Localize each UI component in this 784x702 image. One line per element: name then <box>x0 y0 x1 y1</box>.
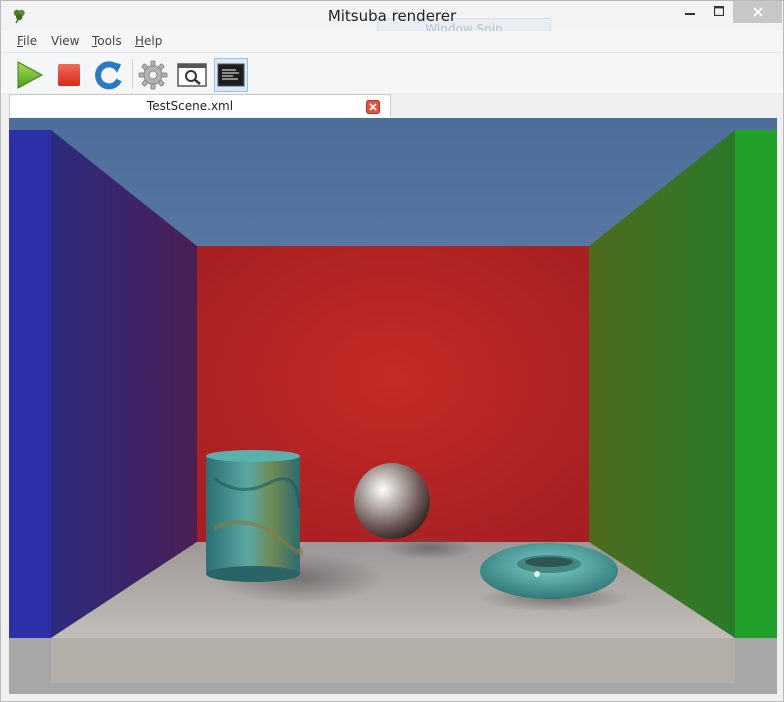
menu-bar: File View Tools Help <box>1 31 783 53</box>
menu-help-mnemonic: H <box>135 34 145 48</box>
menu-tools-label: ools <box>97 34 122 48</box>
maximize-icon <box>713 4 725 20</box>
menu-view[interactable]: View <box>51 34 79 48</box>
menu-file[interactable]: File <box>17 34 37 48</box>
close-button[interactable] <box>733 1 782 23</box>
start-render-button[interactable] <box>12 58 46 92</box>
render-viewport[interactable] <box>9 118 777 694</box>
menu-help[interactable]: Help <box>135 34 162 48</box>
refresh-button[interactable] <box>91 58 125 92</box>
maximize-button[interactable] <box>705 1 733 23</box>
minimize-button[interactable] <box>676 1 704 23</box>
menu-tools[interactable]: Tools <box>92 34 122 48</box>
stop-render-button[interactable] <box>52 58 86 92</box>
preview-button[interactable] <box>175 58 209 92</box>
close-icon[interactable] <box>366 99 380 114</box>
menu-view-label: View <box>51 34 80 48</box>
tab-bar: TestScene.xml <box>1 94 783 118</box>
window-title: Mitsuba renderer <box>327 7 457 25</box>
app-window: Window Snip Mitsuba renderer File View T… <box>0 0 784 702</box>
title-bar[interactable]: Window Snip Mitsuba renderer <box>1 1 783 40</box>
console-icon <box>215 63 247 95</box>
tab-testscene[interactable]: TestScene.xml <box>9 94 391 117</box>
settings-button[interactable] <box>136 58 170 92</box>
close-icon <box>752 2 763 21</box>
menu-file-label: ile <box>23 34 38 48</box>
minimize-icon <box>685 4 695 20</box>
rendered-scene-image <box>9 118 777 694</box>
menu-help-label: elp <box>144 34 163 48</box>
tab-label: TestScene.xml <box>146 99 234 113</box>
toolbar-separator <box>132 59 133 89</box>
toolbar <box>1 53 783 93</box>
console-log-button[interactable] <box>214 58 248 92</box>
